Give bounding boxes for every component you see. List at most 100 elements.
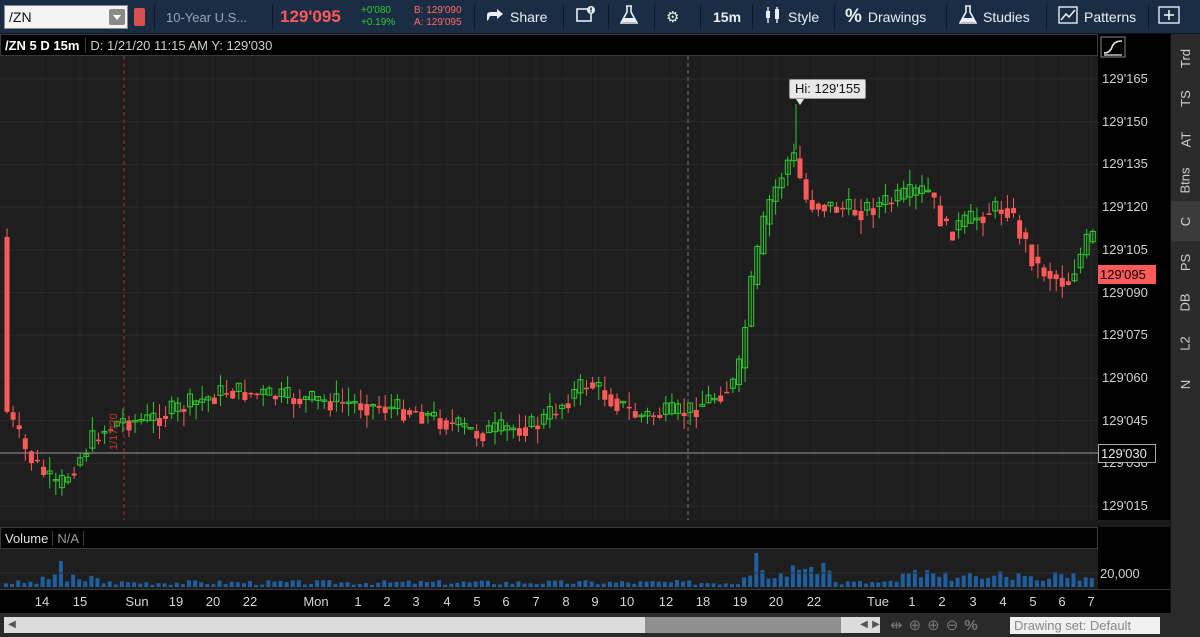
scroll-left-arrow-2[interactable]: ◀ — [858, 617, 870, 633]
more-button[interactable] — [1158, 0, 1186, 34]
candle-body — [809, 200, 815, 210]
candle-body — [480, 433, 486, 442]
volume-bar — [1047, 578, 1052, 587]
timeframe-button[interactable]: 15m — [713, 0, 741, 34]
style-button[interactable]: Style — [764, 0, 819, 34]
time-tick-label: 18 — [695, 594, 711, 609]
volume-pane[interactable] — [0, 549, 1098, 589]
price-chart[interactable] — [0, 56, 1098, 520]
crosshair-icon[interactable]: ⊕ — [909, 616, 922, 634]
percent-zoom-icon[interactable]: % — [964, 617, 977, 634]
link-color-icon[interactable] — [134, 8, 145, 26]
patterns-button[interactable]: Patterns — [1058, 0, 1136, 34]
volume-bar — [961, 575, 966, 587]
volume-bar — [351, 584, 356, 587]
scroll-right-arrow[interactable]: ▶ — [870, 617, 882, 633]
side-tab-trd[interactable]: Trd — [1171, 38, 1200, 78]
volume-bar — [16, 580, 21, 587]
price-tick-label: 129'135 — [1102, 156, 1148, 172]
last-price: 129'095 — [280, 7, 341, 26]
price-tick-label: 129'015 — [1102, 498, 1148, 513]
candle-body — [35, 459, 40, 462]
candle-body — [16, 425, 22, 430]
volume-label[interactable]: Volume — [1, 530, 54, 546]
drawing-set-select[interactable]: Drawing set: Default — [1010, 617, 1160, 634]
symbol-input[interactable]: /ZN — [4, 5, 128, 29]
candle-body — [980, 216, 986, 224]
volume-bar — [174, 582, 179, 587]
volume-bar — [559, 580, 564, 587]
scroll-thumb[interactable] — [645, 617, 841, 633]
candle-body — [1035, 256, 1041, 264]
drawings-button[interactable]: % Drawings — [845, 0, 926, 34]
change-block: +0'080 +0.19% — [361, 4, 395, 30]
candle-body — [248, 392, 254, 395]
volume-bar — [790, 565, 795, 587]
time-tick-label: 8 — [562, 594, 570, 609]
volume-bar — [919, 577, 923, 587]
volume-bar — [888, 580, 893, 587]
patterns-label: Patterns — [1084, 9, 1137, 25]
volume-bar — [571, 583, 576, 587]
volume-bar — [400, 581, 405, 587]
side-tab-label: DB — [1178, 293, 1193, 312]
side-tab-at[interactable]: AT — [1171, 120, 1200, 160]
scroll-left-arrow[interactable]: ◀ — [6, 617, 18, 633]
volume-bar — [467, 582, 472, 587]
candle-body — [71, 473, 77, 476]
side-tab-ts[interactable]: TS — [1171, 79, 1200, 119]
volume-bar — [266, 580, 271, 587]
side-tab-btns[interactable]: Btns — [1171, 160, 1200, 200]
pan-icon[interactable]: ⇹ — [890, 616, 903, 634]
candle-body — [815, 203, 821, 210]
time-axis[interactable]: 14 15 Sun 19 20 22 Mon 1 2 3 4 5 6 7 8 9 10 12 18 19 20 22 Tue… — [0, 589, 1170, 613]
volume-bar — [34, 583, 39, 587]
volume-bar — [168, 584, 173, 587]
zoom-in-icon[interactable]: ⊕ — [927, 616, 940, 634]
zoom-out-icon[interactable]: ⊖ — [946, 616, 959, 634]
volume-bar — [449, 583, 454, 587]
volume-bar — [864, 583, 869, 587]
volume-bar — [89, 575, 94, 587]
candle-body — [1065, 281, 1071, 285]
candle-body — [651, 415, 657, 417]
price-tick-label: 129'045 — [1102, 412, 1148, 428]
candle-body — [10, 412, 16, 420]
side-tab-l2[interactable]: L2 — [1171, 324, 1200, 364]
volume-bar — [95, 578, 100, 587]
chart-style-icon[interactable] — [1100, 36, 1126, 58]
studies-flask-icon — [958, 5, 978, 29]
ask-price: A: 129'095 — [414, 17, 462, 28]
volume-bar — [992, 575, 997, 587]
volume-bar — [912, 569, 917, 587]
studies-button[interactable]: Studies — [958, 0, 1030, 34]
settings-button[interactable]: ⚙ — [666, 0, 685, 34]
price-tick-label: 129'105 — [1102, 241, 1148, 257]
side-tab-n[interactable]: N — [1171, 364, 1200, 404]
candle-body — [437, 418, 443, 429]
side-tab-db[interactable]: DB — [1171, 283, 1200, 323]
candle-body — [407, 410, 413, 415]
volume-bar — [876, 582, 881, 587]
candle-body — [413, 411, 419, 413]
candle-body — [632, 411, 638, 418]
volume-bar — [83, 581, 88, 587]
side-tab-ps[interactable]: PS — [1171, 242, 1200, 282]
volume-bar — [138, 583, 143, 587]
flask-button[interactable] — [619, 0, 644, 34]
chart-symbol-period[interactable]: /ZN 5 D 15m — [1, 38, 85, 53]
candle-body — [474, 431, 480, 439]
volume-bar — [815, 574, 820, 587]
side-tab-c[interactable]: C — [1171, 201, 1200, 242]
chevron-down-icon[interactable] — [109, 9, 125, 25]
volume-bar — [248, 581, 252, 587]
volume-bar — [681, 581, 686, 587]
candle-body — [96, 439, 101, 442]
volume-bar — [516, 581, 521, 587]
volume-bar — [296, 580, 301, 587]
alert-icon — [576, 6, 596, 28]
share-button[interactable]: Share — [486, 0, 547, 34]
candle-body — [157, 418, 162, 426]
side-tab-label: N — [1177, 379, 1193, 390]
chart-alert-button[interactable] — [576, 0, 602, 34]
